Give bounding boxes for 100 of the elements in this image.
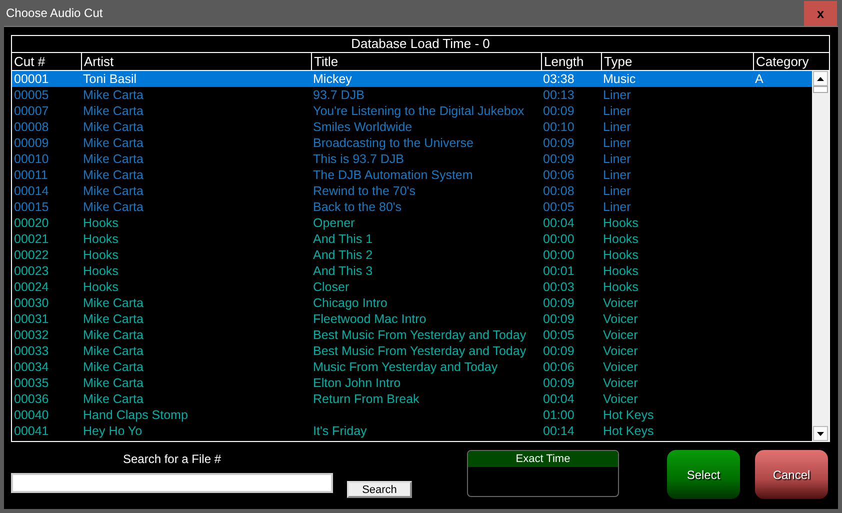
exact-time-title: Exact Time [468,451,618,467]
table-cell-text: Best Music From Yesterday and Today [312,327,528,343]
table-cell-text: 00041 [13,423,50,439]
table-row[interactable]: 00023 Hooks And This 3 00:01 Hooks [12,263,812,279]
table-cell-text: 00020 [13,215,50,231]
table-row[interactable]: 00041 Hey Ho Yo It's Friday 00:14 Hot Keys [12,423,812,439]
table-cell-text: Liner [602,103,632,119]
table-row[interactable]: 00033 Mike Carta Best Music From Yesterday and Today 00:09 Voicer [12,343,812,359]
table-cell-text: 00033 [13,343,50,359]
table-cell-text: Liner [602,87,632,103]
table-cell-text: You're Listening to the Digital Jukebox [312,103,526,119]
table-cell-text: Mike Carta [82,103,144,119]
table-cell-text: 00005 [13,87,50,103]
table-row[interactable]: 00040 Hand Claps Stomp 01:00 Hot Keys [12,407,812,423]
table-cell-text: 00009 [13,135,50,151]
table-cell-text: Hooks [82,279,120,295]
table-cell-text: Liner [602,135,632,151]
window-title: Choose Audio Cut [6,6,103,20]
table-cell-text: Mike Carta [82,375,144,391]
table-cell-text: Hey Ho Yo [82,423,144,439]
cancel-button[interactable]: Cancel [755,450,828,499]
table-cell-text: Best Music From Yesterday and Today [312,343,528,359]
table-cell-text: And This 1 [312,231,374,247]
search-label: Search for a File # [122,452,222,466]
close-button[interactable]: x [804,0,837,26]
table-cell-text: 00032 [13,327,50,343]
table-cell-text: 00021 [13,231,50,247]
table-cell-text: 00:06 [542,167,576,183]
table-row[interactable]: 00024 Hooks Closer 00:03 Hooks [12,279,812,295]
select-button[interactable]: Select [667,450,740,499]
table-row[interactable]: 00001 Toni Basil Mickey 03:38 Music A [12,71,812,87]
table-row[interactable]: 00011 Mike Carta The DJB Automation System 00:06 Liner [12,167,812,183]
table-cell-text: Voicer [602,295,639,311]
search-field[interactable] [11,473,333,493]
table-cell-text: Liner [602,183,632,199]
table-cell-text: Chicago Intro [312,295,388,311]
table-cell-text: Mickey [312,71,353,87]
table-row[interactable]: 00008 Mike Carta Smiles Worldwide 00:10 Liner [12,119,812,135]
table-cell-text: 00008 [13,119,50,135]
scroll-down-icon[interactable] [813,426,828,441]
table-cell-text: Smiles Worldwide [312,119,414,135]
table-cell-text: A [754,71,764,87]
table-row[interactable]: 00020 Hooks Opener 00:04 Hooks [12,215,812,231]
table-cell-text: 00024 [13,279,50,295]
table-cell-text: 00036 [13,391,50,407]
table-cell-text: 00035 [13,375,50,391]
table-cell-text: Liner [602,151,632,167]
table-caption: Database Load Time - 0 [12,36,829,53]
table-cell-text: Hot Keys [602,407,655,423]
table-row[interactable]: 00036 Mike Carta Return From Break 00:04 Voicer [12,391,812,407]
table-row[interactable]: 00030 Mike Carta Chicago Intro 00:09 Voicer [12,295,812,311]
table-cell-text: Mike Carta [82,343,144,359]
table-cell-text: Mike Carta [82,183,144,199]
table-cell-text: This is 93.7 DJB [312,151,406,167]
table-row[interactable]: 00010 Mike Carta This is 93.7 DJB 00:09 Liner [12,151,812,167]
column-header[interactable]: Cut # [12,53,81,70]
table-cell-text: Back to the 80's [312,199,403,215]
table-row[interactable]: 00005 Mike Carta 93.7 DJB 00:13 Liner [12,87,812,103]
search-button[interactable]: Search [347,481,412,498]
table-cell-text: Rewind to the 70's [312,183,416,199]
table-cell-text: 00:06 [542,359,576,375]
scroll-up-icon[interactable] [813,71,828,86]
table-cell-text: Hooks [602,247,640,263]
table-row[interactable]: 00009 Mike Carta Broadcasting to the Universe 00:09 Liner [12,135,812,151]
table-cell-text: 00:08 [542,183,576,199]
table-row[interactable]: 00022 Hooks And This 2 00:00 Hooks [12,247,812,263]
table-cell-text: Elton John Intro [312,375,402,391]
table-cell-text: 00:14 [542,423,576,439]
scrollbar[interactable] [812,71,829,441]
table-cell-text: 00:09 [542,103,576,119]
table-cell-text: Voicer [602,359,639,375]
table-row[interactable]: 00021 Hooks And This 1 00:00 Hooks [12,231,812,247]
column-header[interactable]: Artist [81,53,311,70]
table-cell-text: Voicer [602,327,639,343]
table-cell-text: Hooks [82,247,120,263]
table-cell-text: 00040 [13,407,50,423]
table-row[interactable]: 00034 Mike Carta Music From Yesterday and Today 00:06 Voicer [12,359,812,375]
column-header[interactable]: Type [601,53,753,70]
table-row[interactable]: 00015 Mike Carta Back to the 80's 00:05 Liner [12,199,812,215]
table-cell-text: 93.7 DJB [312,87,366,103]
table-cell-text: And This 3 [312,263,374,279]
scroll-thumb[interactable] [813,86,828,93]
table-cell-text: 00030 [13,295,50,311]
column-header[interactable]: Length [541,53,601,70]
column-header[interactable]: Title [311,53,541,70]
table-cell-text: It's Friday [312,423,368,439]
table-cell-text: Mike Carta [82,311,144,327]
table-cell-text: 00:05 [542,199,576,215]
table-row[interactable]: 00031 Mike Carta Fleetwood Mac Intro 00:09 Voicer [12,311,812,327]
column-header[interactable]: Category [753,53,829,70]
table-cell-text: Hooks [602,279,640,295]
table-row[interactable]: 00007 Mike Carta You're Listening to the Digital Jukebox 00:09 Liner [12,103,812,119]
table-cell-text: 00:09 [542,295,576,311]
table-cell-text: Hot Keys [602,423,655,439]
table-row[interactable]: 00014 Mike Carta Rewind to the 70's 00:08 Liner [12,183,812,199]
table-row[interactable]: 00032 Mike Carta Best Music From Yesterday and Today 00:05 Voicer [12,327,812,343]
table-cell-text: Voicer [602,343,639,359]
table-cell-text: Fleetwood Mac Intro [312,311,428,327]
table-cell-text: 00:00 [542,231,576,247]
table-row[interactable]: 00035 Mike Carta Elton John Intro 00:09 Voicer [12,375,812,391]
